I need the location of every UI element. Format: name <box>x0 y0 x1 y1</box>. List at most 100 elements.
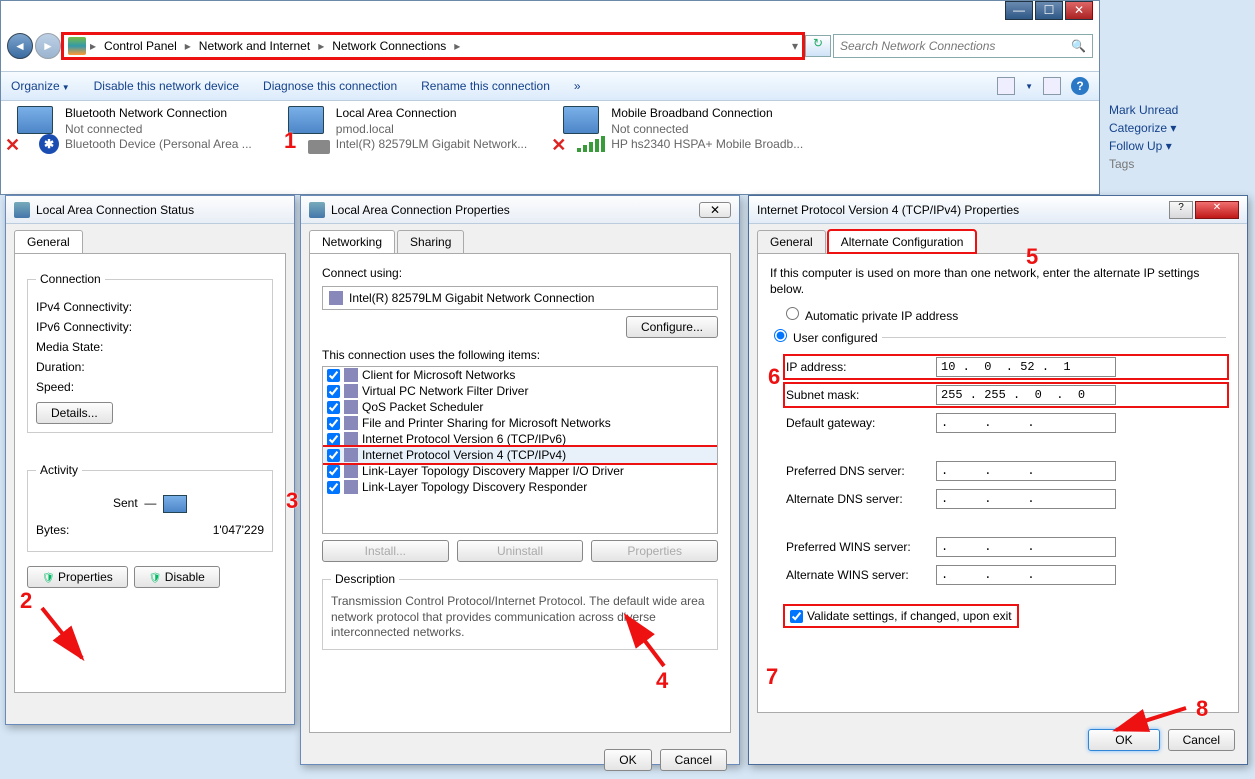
intro-text: If this computer is used on more than on… <box>770 266 1226 297</box>
ipv4-dialog: Internet Protocol Version 4 (TCP/IPv4) P… <box>748 195 1248 765</box>
connection-item[interactable]: Local Area Connection pmod.local Intel(R… <box>282 106 527 153</box>
properties-button[interactable]: 🛡 Properties <box>27 566 128 588</box>
list-item[interactable]: Client for Microsoft Networks <box>323 367 717 383</box>
alt-wins-input[interactable] <box>936 565 1116 585</box>
search-placeholder: Search Network Connections <box>840 39 995 53</box>
error-icon: ✕ <box>551 135 566 156</box>
tags-label: Tags <box>1109 155 1249 173</box>
component-list[interactable]: Client for Microsoft Networks Virtual PC… <box>322 366 718 534</box>
list-item[interactable]: Link-Layer Topology Discovery Responder <box>323 479 717 495</box>
connection-list: ✕✱ Bluetooth Network Connection Not conn… <box>11 106 1089 153</box>
max-button[interactable]: ☐ <box>1035 1 1063 20</box>
tab-general[interactable]: General <box>14 230 83 253</box>
ip-input[interactable] <box>936 357 1116 377</box>
ok-button[interactable]: OK <box>1088 729 1159 751</box>
cancel-button[interactable]: Cancel <box>660 749 727 771</box>
tab-networking[interactable]: Networking <box>309 230 395 253</box>
search-input[interactable]: Search Network Connections 🔍 <box>833 34 1093 58</box>
mark-unread-button[interactable]: Mark Unread <box>1109 101 1249 119</box>
back-button[interactable]: ◄ <box>7 33 33 59</box>
disable-button[interactable]: 🛡 Disable <box>134 566 220 588</box>
adapter-name: Intel(R) 82579LM Gigabit Network Connect… <box>349 291 594 305</box>
pref-wins-input[interactable] <box>936 537 1116 557</box>
toolbar: Organize▼ Disable this network device Di… <box>1 71 1099 101</box>
component-icon <box>344 480 358 494</box>
description-text: Transmission Control Protocol/Internet P… <box>331 594 709 641</box>
followup-button[interactable]: Follow Up ▾ <box>1109 137 1249 155</box>
connection-item[interactable]: ✕✱ Bluetooth Network Connection Not conn… <box>11 106 252 153</box>
adapter-icon <box>329 291 343 305</box>
details-button[interactable]: Details... <box>36 402 113 424</box>
list-item[interactable]: File and Printer Sharing for Microsoft N… <box>323 415 717 431</box>
adapter-box[interactable]: Intel(R) 82579LM Gigabit Network Connect… <box>322 286 718 310</box>
network-icon <box>309 202 325 218</box>
cancel-button[interactable]: Cancel <box>1168 729 1235 751</box>
pref-dns-input[interactable] <box>936 461 1116 481</box>
status-dialog: Local Area Connection Status General Con… <box>5 195 295 725</box>
list-item[interactable]: Internet Protocol Version 6 (TCP/IPv6) <box>323 431 717 447</box>
conn-name: Mobile Broadband Connection <box>611 106 803 122</box>
close-button[interactable]: ✕ <box>1065 1 1093 20</box>
radio-auto[interactable] <box>786 307 799 320</box>
bytes-sent: 1'047'229 <box>213 523 264 537</box>
ethernet-icon <box>308 140 330 154</box>
explorer-window: ― ☐ ✕ ◄ ► ▸ Control Panel ▸ Network and … <box>0 0 1100 195</box>
validate-checkbox[interactable] <box>790 610 803 623</box>
tab-general[interactable]: General <box>757 230 826 253</box>
connection-item[interactable]: ✕ Mobile Broadband Connection Not connec… <box>557 106 803 153</box>
bluetooth-icon: ✱ <box>39 134 59 154</box>
close-button[interactable]: ✕ <box>699 202 731 218</box>
min-button[interactable]: ― <box>1005 1 1033 20</box>
rename-button[interactable]: Rename this connection <box>421 79 550 93</box>
subnet-input[interactable] <box>936 385 1116 405</box>
refresh-button[interactable]: ↻ <box>805 35 831 57</box>
dialog-title: Local Area Connection Status <box>36 203 194 217</box>
alt-dns-input[interactable] <box>936 489 1116 509</box>
crumb[interactable]: Network Connections <box>328 37 450 55</box>
list-item[interactable]: Virtual PC Network Filter Driver <box>323 383 717 399</box>
list-item-ipv4[interactable]: Internet Protocol Version 4 (TCP/IPv4) <box>323 447 717 463</box>
tab-sharing[interactable]: Sharing <box>397 230 464 253</box>
install-button[interactable]: Install... <box>322 540 449 562</box>
connect-using-label: Connect using: <box>322 266 718 280</box>
uninstall-button[interactable]: Uninstall <box>457 540 584 562</box>
connection-group: Connection IPv4 Connectivity: IPv6 Conne… <box>27 272 273 433</box>
configure-button[interactable]: Configure... <box>626 316 718 338</box>
dialog-title: Local Area Connection Properties <box>331 203 510 217</box>
forward-button[interactable]: ► <box>35 33 61 59</box>
conn-status: pmod.local <box>336 122 527 138</box>
help-button[interactable]: ? <box>1169 201 1193 219</box>
component-icon <box>344 416 358 430</box>
error-icon: ✕ <box>5 135 20 156</box>
radio-user[interactable] <box>774 329 787 342</box>
tab-alternate[interactable]: Alternate Configuration <box>828 230 977 253</box>
component-icon <box>344 464 358 478</box>
crumb[interactable]: Network and Internet <box>195 37 314 55</box>
ribbon-peek: Mark Unread Categorize ▾ Follow Up ▾ Tag… <box>1109 101 1249 173</box>
organize-menu[interactable]: Organize▼ <box>11 79 70 93</box>
activity-group: Activity Sent — Bytes:1'047'229 <box>27 463 273 552</box>
conn-status: Not connected <box>611 122 803 138</box>
list-item[interactable]: QoS Packet Scheduler <box>323 399 717 415</box>
disable-device-button[interactable]: Disable this network device <box>94 79 239 93</box>
preview-pane-button[interactable] <box>1043 77 1061 95</box>
close-button[interactable]: ✕ <box>1195 201 1239 219</box>
categorize-button[interactable]: Categorize ▾ <box>1109 119 1249 137</box>
item-properties-button[interactable]: Properties <box>591 540 718 562</box>
toolbar-overflow[interactable]: » <box>574 79 581 93</box>
address-bar[interactable]: ▸ Control Panel ▸ Network and Internet ▸… <box>63 34 803 58</box>
component-icon <box>344 432 358 446</box>
conn-device: Intel(R) 82579LM Gigabit Network... <box>336 137 527 153</box>
view-mode-button[interactable] <box>997 77 1015 95</box>
list-item[interactable]: Link-Layer Topology Discovery Mapper I/O… <box>323 463 717 479</box>
dialog-title: Internet Protocol Version 4 (TCP/IPv4) P… <box>757 203 1019 217</box>
crumb[interactable]: Control Panel <box>100 37 181 55</box>
conn-device: Bluetooth Device (Personal Area ... <box>65 137 252 153</box>
help-button[interactable]: ? <box>1071 77 1089 95</box>
gateway-input[interactable] <box>936 413 1116 433</box>
ok-button[interactable]: OK <box>604 749 651 771</box>
diagnose-button[interactable]: Diagnose this connection <box>263 79 397 93</box>
items-label: This connection uses the following items… <box>322 348 718 362</box>
network-icon <box>14 202 30 218</box>
component-icon <box>344 368 358 382</box>
